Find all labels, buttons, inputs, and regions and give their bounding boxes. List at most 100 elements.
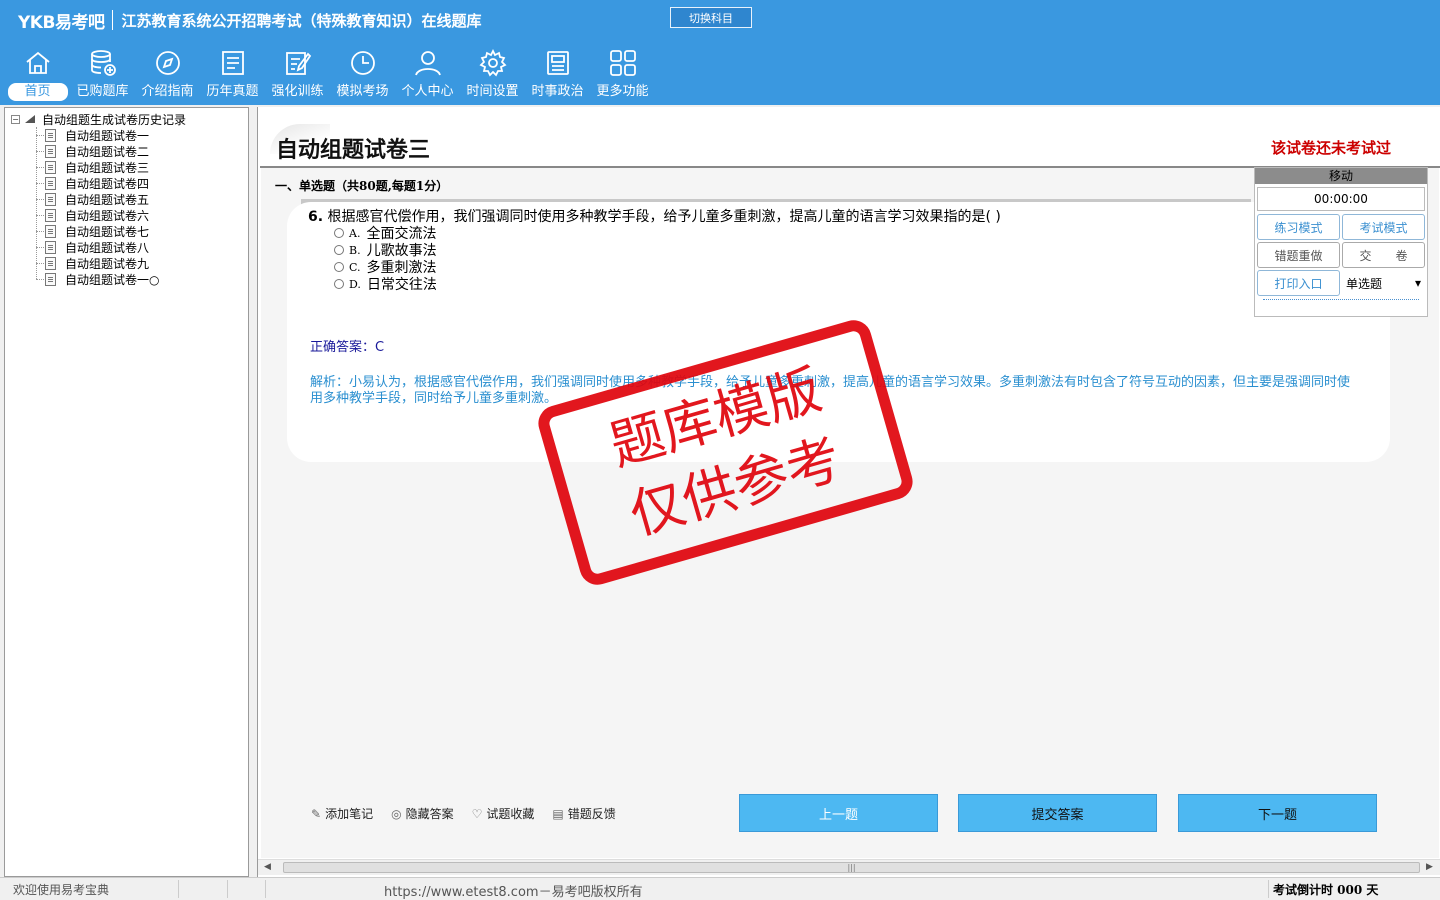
brand-divider xyxy=(112,10,114,30)
tree-item[interactable]: 自动组题试卷一○ xyxy=(5,271,248,287)
exam-countdown: 考试倒计时 000 天 xyxy=(1273,883,1379,897)
nav-time-settings[interactable]: 时间设置 xyxy=(460,48,525,104)
welcome-text: 欢迎使用易考宝典 xyxy=(13,883,110,897)
nav-label: 已购题库 xyxy=(76,84,129,99)
nav-past-exams[interactable]: 历年真题 xyxy=(200,48,265,104)
database-icon xyxy=(90,50,116,76)
prev-question-button[interactable]: 上一题 xyxy=(739,794,938,832)
tree-item[interactable]: 自动组题试卷二 xyxy=(5,143,248,159)
exam-control-panel: 移动 00:00:00 练习模式 考试模式 错题重做 交 卷 打印入口 单选题 … xyxy=(1254,167,1428,317)
hide-answer-button[interactable]: ◎ 隐藏答案 xyxy=(391,805,454,822)
move-handle[interactable]: 移动 xyxy=(1255,168,1427,184)
tree-item-label: 自动组题试卷二 xyxy=(65,144,150,159)
tree-item-label: 自动组题试卷八 xyxy=(65,240,150,255)
nav-current-affairs[interactable]: 时事政治 xyxy=(525,48,590,104)
main-nav: 首页 已购题库 介绍指南 历年真题 强化训练 模拟考场 个人中心 时间设置 时事… xyxy=(5,48,655,104)
document-icon xyxy=(45,176,56,190)
nav-label: 首页 xyxy=(7,83,68,101)
tree-items: 自动组题试卷一 自动组题试卷二 自动组题试卷三 自动组题试卷四 自动组题试卷五 … xyxy=(5,127,248,287)
nav-profile[interactable]: 个人中心 xyxy=(395,48,460,104)
action-row: 错题重做 交 卷 xyxy=(1257,242,1425,268)
tool-label: 错题反馈 xyxy=(567,807,616,821)
document-icon xyxy=(45,128,56,142)
nav-mock-exam[interactable]: 模拟考场 xyxy=(330,48,395,104)
eye-icon: ◎ xyxy=(391,806,402,821)
collapse-toggle[interactable]: − xyxy=(11,114,20,124)
question-type-select[interactable]: 单选题 ▾ xyxy=(1342,270,1425,296)
scroll-thumb[interactable]: ||| xyxy=(283,862,1420,873)
question-tools: ✎ 添加笔记 ◎ 隐藏答案 ♡ 试题收藏 ▤ 错题反馈 xyxy=(311,805,616,822)
compass-icon xyxy=(155,51,180,75)
tree-item-label: 自动组题试卷一 xyxy=(65,128,150,143)
clock-icon xyxy=(350,51,375,75)
tree-item-label: 自动组题试卷五 xyxy=(65,192,150,207)
option-letter: B. xyxy=(349,243,361,257)
app-title: 江苏教育系统公开招聘考试（特殊教育知识）在线题库 xyxy=(121,11,482,30)
tree-item[interactable]: 自动组题试卷七 xyxy=(5,223,248,239)
user-icon xyxy=(414,51,441,76)
print-row: 打印入口 单选题 ▾ xyxy=(1257,270,1425,296)
scroll-right-icon[interactable]: ▶ xyxy=(1426,862,1433,872)
print-button[interactable]: 打印入口 xyxy=(1257,270,1340,296)
scroll-left-icon[interactable]: ◀ xyxy=(264,862,271,872)
pencil-icon: ✎ xyxy=(311,806,322,821)
option-text: 日常交往法 xyxy=(366,277,437,293)
nav-label: 历年真题 xyxy=(206,84,259,99)
document-icon xyxy=(45,144,56,158)
switch-subject-button[interactable]: 切换科目 xyxy=(670,7,752,28)
feedback-button[interactable]: ▤ 错题反馈 xyxy=(552,805,615,822)
option-letter: C. xyxy=(349,260,361,274)
tree-item[interactable]: 自动组题试卷四 xyxy=(5,175,248,191)
tree-item[interactable]: 自动组题试卷五 xyxy=(5,191,248,207)
submit-paper-button[interactable]: 交 卷 xyxy=(1342,242,1425,268)
nav-label: 个人中心 xyxy=(401,84,454,99)
nav-label: 时事政治 xyxy=(531,84,584,99)
nav-label: 强化训练 xyxy=(271,84,324,99)
status-divider xyxy=(227,880,228,898)
panel-scroll-indicator xyxy=(1263,299,1419,303)
list-doc-icon xyxy=(221,51,244,75)
status-divider xyxy=(1268,880,1269,898)
tree-item[interactable]: 自动组题试卷一 xyxy=(5,127,248,143)
status-bar: 欢迎使用易考宝典 https://www.etest8.com－易考吧版权所有 … xyxy=(0,877,1440,900)
tree-item[interactable]: 自动组题试卷六 xyxy=(5,207,248,223)
exam-mode-button[interactable]: 考试模式 xyxy=(1342,214,1425,240)
tree-item-selected[interactable]: 自动组题试卷三 xyxy=(5,159,248,175)
tree-item-label: 自动组题试卷七 xyxy=(65,224,150,239)
option-letter: D. xyxy=(349,277,361,291)
news-icon xyxy=(546,51,569,75)
option-d[interactable]: D. 日常交往法 xyxy=(334,274,437,294)
nav-guide[interactable]: 介绍指南 xyxy=(135,48,200,104)
question-number: 6. xyxy=(308,209,324,225)
paper-title: 自动组题试卷三 xyxy=(276,137,431,163)
home-icon xyxy=(25,51,50,74)
radio-b[interactable] xyxy=(334,245,344,255)
next-question-button[interactable]: 下一题 xyxy=(1178,794,1377,832)
add-note-button[interactable]: ✎ 添加笔记 xyxy=(311,805,373,822)
tree-root[interactable]: − 自动组题生成试卷历史记录 xyxy=(11,111,186,127)
tree-item-label: 自动组题试卷四 xyxy=(65,176,150,191)
nav-purchased[interactable]: 已购题库 xyxy=(70,48,135,104)
radio-a[interactable] xyxy=(334,228,344,238)
nav-training[interactable]: 强化训练 xyxy=(265,48,330,104)
section-heading: 一、单选题（共80题,每题1分） xyxy=(275,179,449,193)
report-icon: ▤ xyxy=(552,806,564,821)
nav-more[interactable]: 更多功能 xyxy=(590,48,655,104)
question-card: 6. 根据感官代偿作用，我们强调同时使用多种教学手段，给予儿童多重刺激，提高儿童… xyxy=(287,202,1390,462)
submit-answer-button[interactable]: 提交答案 xyxy=(958,794,1157,832)
practice-mode-button[interactable]: 练习模式 xyxy=(1257,214,1340,240)
copyright-text: https://www.etest8.com－易考吧版权所有 xyxy=(384,885,643,900)
tree-item[interactable]: 自动组题试卷九 xyxy=(5,255,248,271)
tree-item[interactable]: 自动组题试卷八 xyxy=(5,239,248,255)
favorite-button[interactable]: ♡ 试题收藏 xyxy=(472,805,535,822)
redo-wrong-button[interactable]: 错题重做 xyxy=(1257,242,1340,268)
radio-c[interactable] xyxy=(334,262,344,272)
document-icon xyxy=(45,256,56,270)
nav-home[interactable]: 首页 xyxy=(5,48,70,104)
tree-item-label: 自动组题试卷一○ xyxy=(65,272,160,287)
answer-analysis: 解析：小易认为，根据感官代偿作用，我们强调同时使用多种教学手段，给予儿童多重刺激… xyxy=(310,375,1351,406)
exam-status: 该试卷还未考试过 xyxy=(1271,139,1392,157)
horizontal-scrollbar[interactable]: ◀ ||| ▶ xyxy=(258,859,1440,875)
radio-d[interactable] xyxy=(334,279,344,289)
heart-icon: ♡ xyxy=(471,806,483,821)
